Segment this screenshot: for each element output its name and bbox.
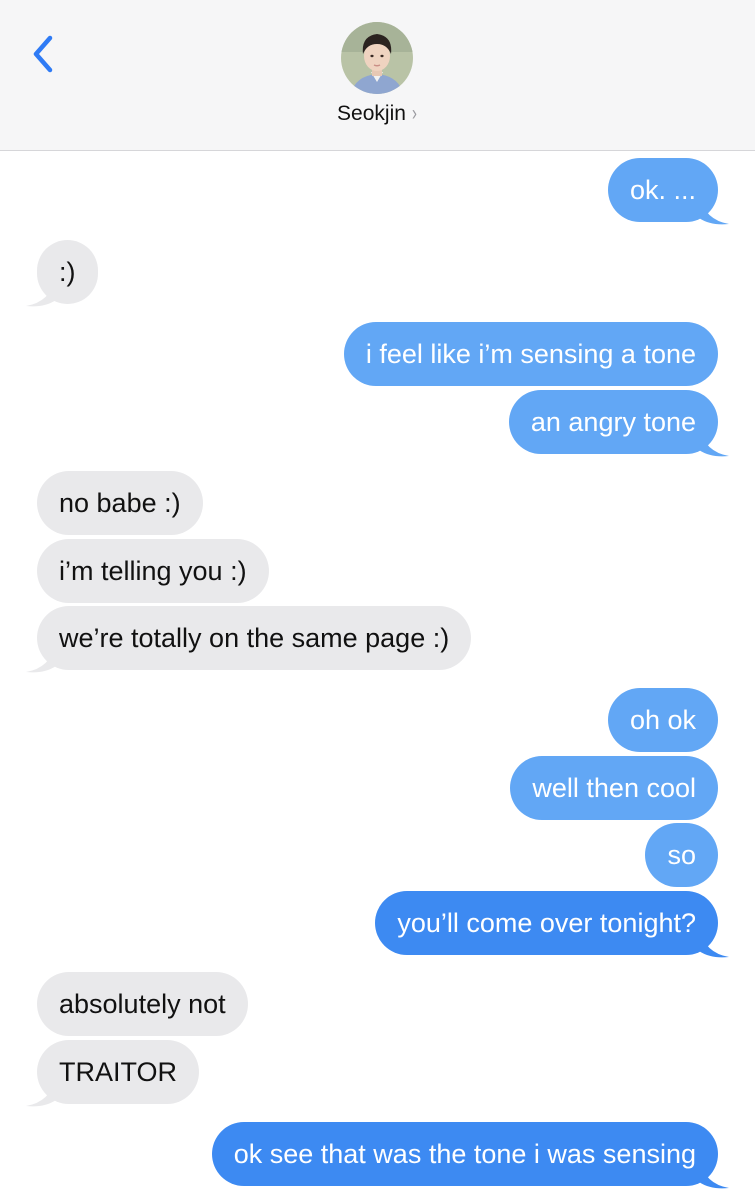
chevron-left-icon [33, 35, 53, 73]
message-bubble-received[interactable]: absolutely not [37, 972, 248, 1036]
message-bubble-received[interactable]: we’re totally on the same page :) [37, 606, 472, 670]
message-bubble-sent[interactable]: so [645, 823, 718, 887]
message-bubble-sent[interactable]: well then cool [510, 756, 718, 820]
bubble-tail [699, 1160, 729, 1189]
contact-avatar[interactable] [341, 22, 413, 94]
bubble-tail [699, 196, 729, 225]
bubble-tail [26, 644, 56, 673]
bubble-tail [26, 278, 56, 307]
chevron-right-icon: › [411, 102, 417, 125]
message-bubble-sent[interactable]: oh ok [607, 688, 718, 752]
avatar-photo [341, 22, 413, 94]
bubble-tail [699, 929, 729, 958]
messages-screen: Seokjin › ok. ... :) i feel like i’m sens… [0, 0, 755, 1200]
bubble-tail [699, 428, 729, 457]
message-bubble-sent[interactable]: i feel like i’m sensing a tone [343, 322, 718, 386]
contact-name-button[interactable]: Seokjin › [0, 102, 755, 126]
conversation-header: Seokjin › [0, 0, 755, 151]
message-bubble-sent[interactable]: you’ll come over tonight? [375, 891, 718, 955]
message-bubble-received[interactable]: no babe :) [37, 471, 203, 535]
bubble-tail [26, 1078, 56, 1107]
back-button[interactable] [28, 30, 68, 78]
contact-name: Seokjin [337, 102, 406, 125]
message-bubble-received[interactable]: i’m telling you :) [37, 539, 269, 603]
message-bubble-received[interactable]: TRAITOR [37, 1040, 200, 1104]
message-bubble-sent[interactable]: an angry tone [508, 390, 718, 454]
message-bubble-sent[interactable]: ok see that was the tone i was sensing [211, 1122, 718, 1186]
message-thread[interactable]: ok. ... :) i feel like i’m sensing a ton… [0, 150, 755, 1200]
